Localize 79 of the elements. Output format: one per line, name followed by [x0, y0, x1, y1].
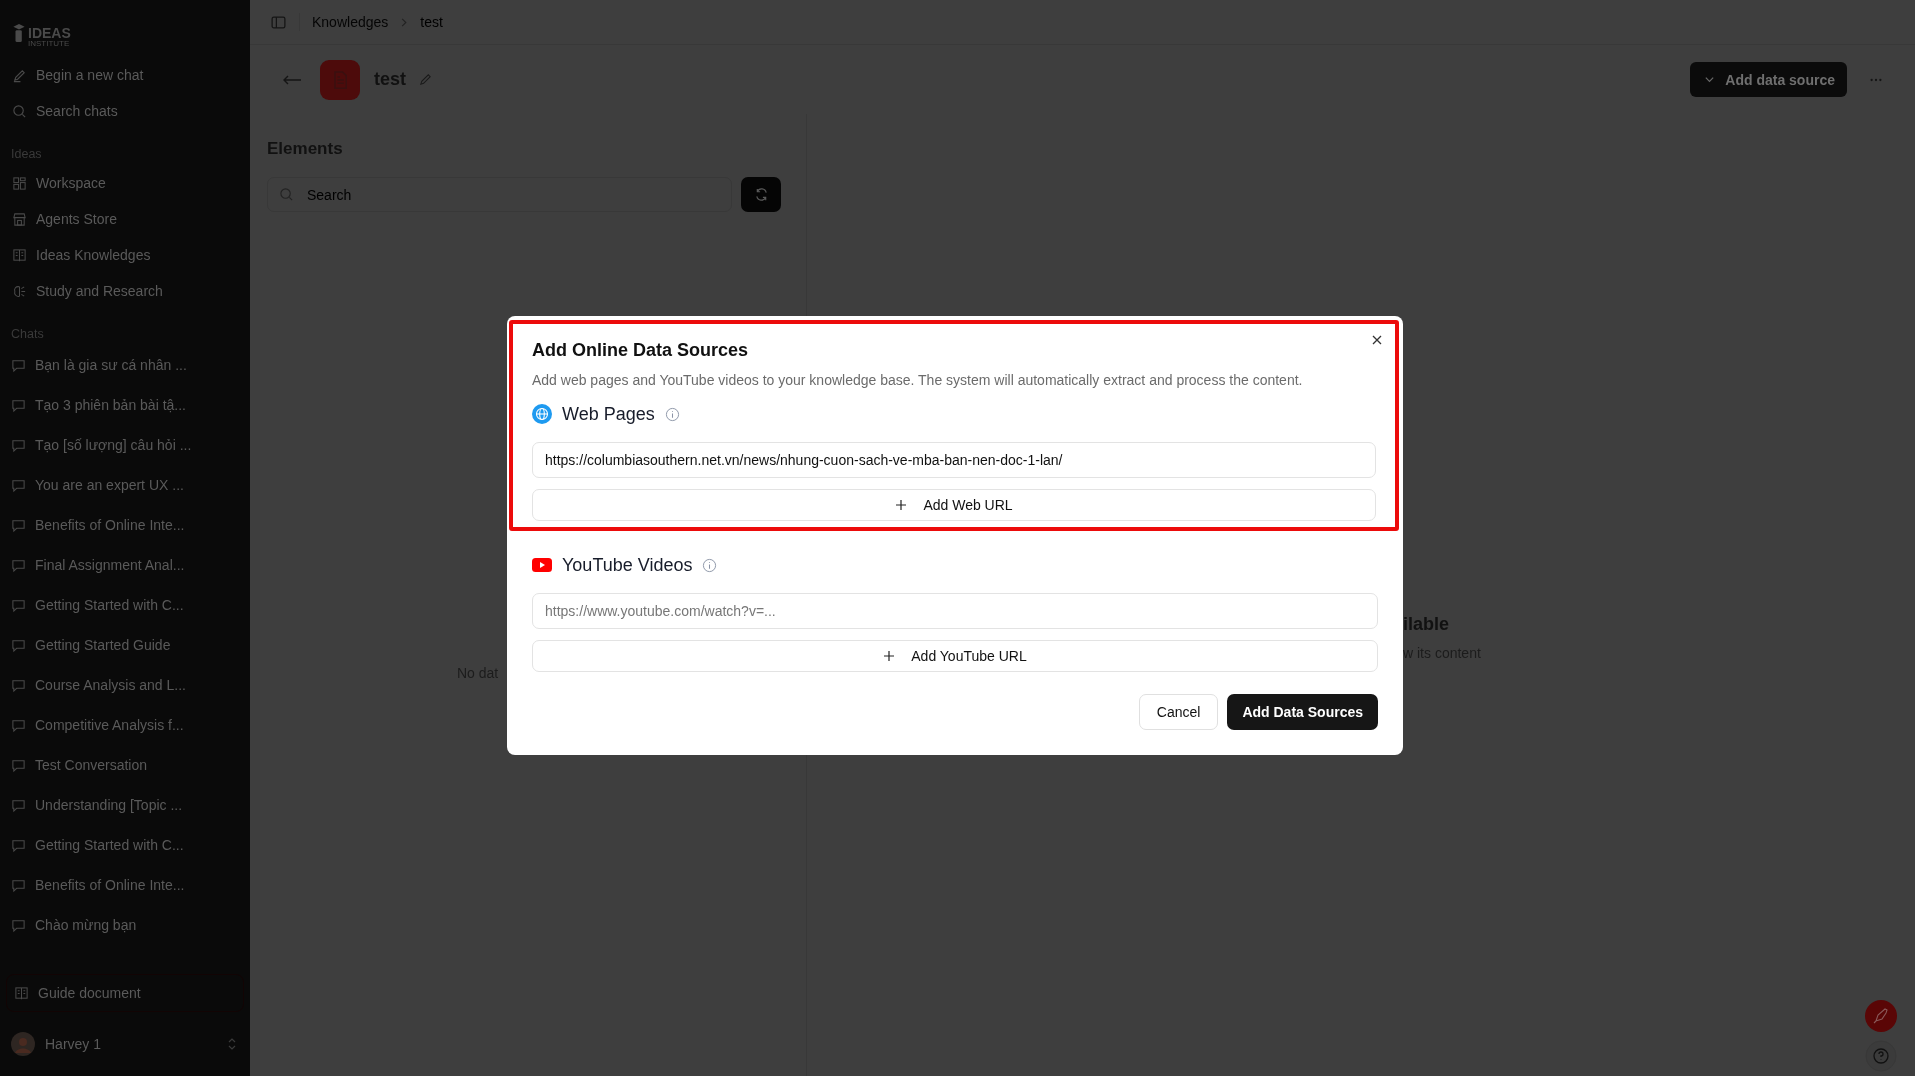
- guide-link[interactable]: Guide document: [6, 974, 244, 1012]
- chevron-updown-icon[interactable]: [226, 1036, 238, 1052]
- add-url-button[interactable]: Add Web URL: [532, 489, 1376, 521]
- add-data-source-button[interactable]: Add data source: [1690, 62, 1847, 97]
- refresh-icon: [753, 187, 769, 202]
- chat-item[interactable]: Benefits of Online Inte...: [0, 505, 250, 545]
- back-arrow-icon[interactable]: [282, 73, 302, 86]
- chat-bubble-icon: [11, 717, 26, 733]
- chat-bubble-icon: [11, 757, 26, 773]
- chat-item[interactable]: Getting Started with C...: [0, 585, 250, 625]
- section-title: YouTube Videos: [562, 554, 693, 576]
- store-icon: [12, 211, 27, 227]
- play-icon: [532, 555, 552, 575]
- info-icon[interactable]: [702, 557, 718, 573]
- sidebar-item[interactable]: Agents Store: [0, 201, 250, 237]
- chat-item[interactable]: Test Conversation: [0, 745, 250, 785]
- chat-bubble-icon: [11, 877, 26, 893]
- dialog-title: Add Online Data Sources: [532, 340, 750, 361]
- sidebar-item[interactable]: Workspace: [0, 165, 250, 201]
- logo-title: IDEAS: [28, 26, 71, 40]
- chat-bubble-icon: [11, 557, 26, 573]
- submit-button[interactable]: Add Data Sources: [1227, 694, 1378, 730]
- add-url-button[interactable]: Add YouTube URL: [532, 640, 1378, 672]
- chat-bubble-icon: [11, 397, 26, 413]
- chat-item[interactable]: Getting Started with C...: [0, 825, 250, 865]
- user-name[interactable]: Harvey 1: [45, 1036, 216, 1052]
- pencil-icon: [12, 67, 27, 83]
- search-icon: [12, 103, 27, 119]
- breadcrumb[interactable]: test: [420, 14, 443, 30]
- chat-bubble-icon: [11, 357, 26, 373]
- chat-item[interactable]: Benefits of Online Inte...: [0, 865, 250, 905]
- info-icon[interactable]: [664, 406, 680, 422]
- sidebar-item[interactable]: Begin a new chat: [0, 57, 250, 93]
- chat-item[interactable]: You are an expert UX ...: [0, 465, 250, 505]
- globe-icon: [532, 404, 552, 424]
- cancel-button[interactable]: Cancel: [1138, 694, 1219, 730]
- close-icon[interactable]: [1371, 334, 1383, 346]
- avatar: [11, 1032, 35, 1056]
- breadcrumb[interactable]: Knowledges: [312, 14, 389, 30]
- sidebar-item[interactable]: Ideas Knowledges: [0, 237, 250, 273]
- section-title: Web Pages: [562, 403, 655, 425]
- chevron-down-icon: [1704, 74, 1716, 85]
- chat-item[interactable]: Competitive Analysis f...: [0, 705, 250, 745]
- chat-bubble-icon: [11, 517, 26, 533]
- chat-bubble-icon: [11, 797, 26, 813]
- chat-item[interactable]: Getting Started Guide: [0, 625, 250, 665]
- search-field[interactable]: Search: [267, 177, 732, 212]
- chat-bubble-icon: [11, 437, 26, 453]
- pencil-icon[interactable]: [418, 72, 433, 87]
- document-icon: [320, 59, 360, 100]
- chat-item[interactable]: Course Analysis and L...: [0, 665, 250, 705]
- plus-icon: [895, 499, 908, 511]
- chat-item[interactable]: Chào mừng bạn: [0, 905, 250, 945]
- chat-bubble-icon: [11, 677, 26, 693]
- chat-item[interactable]: Tạo [số lượng] câu hỏi ...: [0, 425, 250, 465]
- plus-icon: [883, 650, 896, 662]
- chat-bubble-icon: [11, 917, 26, 933]
- help-icon[interactable]: [1865, 1040, 1897, 1072]
- logo-subtitle: INSTITUTE: [28, 40, 71, 48]
- search-icon: [279, 187, 294, 202]
- url-field[interactable]: https://columbiasouthern.net.vn/news/nhung-cuon-sach-ve-mba-ban-nen-doc-1-lan/: [532, 442, 1376, 478]
- chat-item[interactable]: Understanding [Topic ...: [0, 785, 250, 825]
- book-icon: [12, 247, 27, 263]
- grid-icon: [12, 175, 27, 191]
- sidebar-item[interactable]: Search chats: [0, 93, 250, 129]
- chat-bubble-icon: [11, 597, 26, 613]
- chat-bubble-icon: [11, 637, 26, 653]
- url-field[interactable]: https://www.youtube.com/watch?v=...: [532, 593, 1378, 629]
- chat-bubble-icon: [11, 477, 26, 493]
- chat-item[interactable]: Bạn là gia sư cá nhân ...: [0, 345, 250, 385]
- chat-item[interactable]: Final Assignment Anal...: [0, 545, 250, 585]
- refresh-button[interactable]: [741, 177, 781, 212]
- chat-item[interactable]: Tạo 3 phiên bản bài tậ...: [0, 385, 250, 425]
- chevron-right-icon: [400, 16, 409, 28]
- more-icon[interactable]: [1869, 77, 1883, 82]
- dialog-description: Add web pages and YouTube videos to your knowledge base. The system will automatically extract and process the content.: [532, 372, 1304, 388]
- book-icon: [14, 985, 29, 1001]
- chat-bubble-icon: [11, 837, 26, 853]
- sidebar-item[interactable]: Study and Research: [0, 273, 250, 309]
